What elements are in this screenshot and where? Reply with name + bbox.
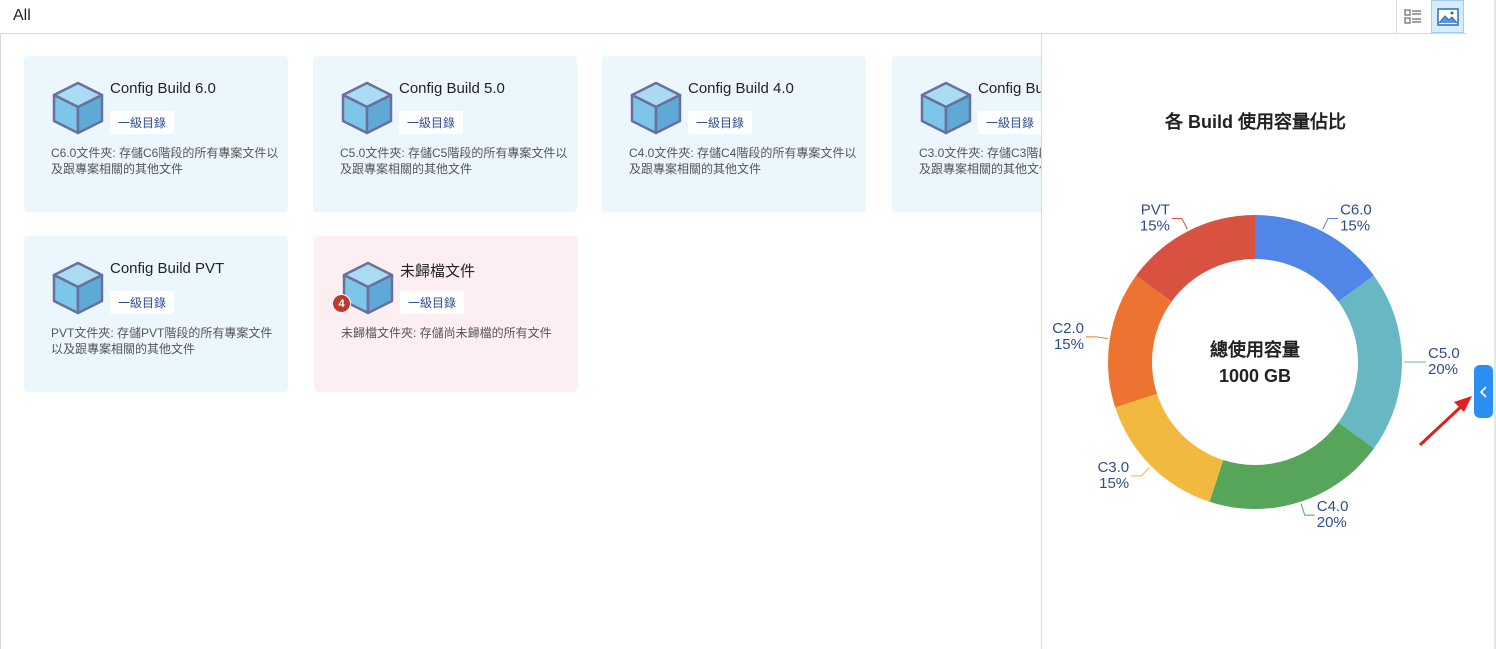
slice-name-label: C6.0 [1340, 202, 1372, 219]
folder-tag: 一級目錄 [399, 111, 464, 134]
donut-slice-c30[interactable] [1115, 393, 1224, 502]
chart-center-label: 總使用容量 [1210, 340, 1300, 360]
slice-name-label: PVT [1141, 202, 1170, 219]
label-leader-line [1300, 503, 1315, 516]
label-leader-line [1171, 218, 1188, 230]
image-view-icon [1436, 7, 1459, 26]
slice-percent-label: 20% [1317, 514, 1347, 531]
cube-folder-icon [339, 80, 395, 136]
slice-name-label: C4.0 [1317, 498, 1349, 515]
cube-folder-icon [50, 260, 106, 316]
folder-tag: 一級目錄 [110, 291, 175, 314]
folder-description: C3.0文件夾: 存儲C3階段的所有專案文件以及跟專案相關的其他文件 [919, 146, 1041, 176]
red-arrow-annotation [1418, 396, 1472, 447]
folder-card[interactable]: Config Build 3.0 一級目錄 C3.0文件夾: 存儲C3階段的所有… [892, 56, 1041, 212]
folder-description: C4.0文件夾: 存儲C4階段的所有專案文件以及跟專案相關的其他文件 [629, 146, 857, 176]
chevron-left-icon [1479, 385, 1487, 398]
cube-folder-icon [50, 80, 106, 136]
folder-name: 未歸檔文件 [400, 263, 476, 280]
folder-card[interactable]: Config Build 5.0 一級目錄 C5.0文件夾: 存儲C5階段的所有… [313, 56, 577, 212]
folder-card[interactable]: Config Build 4.0 一級目錄 C4.0文件夾: 存儲C4階段的所有… [602, 56, 866, 212]
slice-percent-label: 15% [1340, 218, 1370, 235]
card-grid: Config Build 6.0 一級目錄 C6.0文件夾: 存儲C6階段的所有… [1, 34, 1041, 649]
folder-card[interactable]: Config Build PVT 一級目錄 PVT文件夾: 存儲PVT階段的所有… [24, 236, 288, 392]
folder-card[interactable]: 未歸檔文件 一級目錄 未歸檔文件夾: 存儲尚未歸檔的所有文件 [314, 236, 578, 392]
slice-percent-label: 15% [1140, 218, 1170, 235]
unread-count-badge: 4 [332, 294, 351, 313]
list-view-button[interactable] [1396, 0, 1429, 33]
slice-name-label: C5.0 [1428, 345, 1460, 362]
image-view-button[interactable] [1431, 0, 1464, 33]
cube-folder-icon [628, 80, 684, 136]
folder-card[interactable]: Config Build 6.0 一級目錄 C6.0文件夾: 存儲C6階段的所有… [24, 56, 288, 212]
page-title: All [13, 7, 31, 24]
right-gutter [1467, 0, 1496, 649]
content-area: Config Build 6.0 一級目錄 C6.0文件夾: 存儲C6階段的所有… [0, 34, 1467, 649]
label-leader-line [1085, 336, 1108, 340]
folder-description: 未歸檔文件夾: 存儲尚未歸檔的所有文件 [341, 326, 552, 340]
folder-tag: 一級目錄 [400, 291, 465, 314]
chart-center-value: 1000 GB [1218, 366, 1292, 386]
folder-name: Config Build 4.0 [688, 80, 794, 97]
slice-name-label: C3.0 [1097, 459, 1129, 476]
list-view-icon [1404, 8, 1421, 24]
folder-tag: 一級目錄 [688, 111, 753, 134]
donut-slice-c50[interactable] [1338, 275, 1402, 449]
slice-percent-label: 20% [1428, 361, 1458, 378]
folder-name: Config Build PVT [110, 260, 225, 277]
donut-slice-c40[interactable] [1209, 422, 1374, 510]
label-leader-line [1322, 218, 1339, 230]
folder-description: C5.0文件夾: 存儲C5階段的所有專案文件以及跟專案相關的其他文件 [340, 146, 568, 176]
top-bar: All [0, 0, 1467, 34]
slice-percent-label: 15% [1054, 336, 1084, 353]
folder-name: Config Build 3.0 [978, 80, 1041, 97]
folder-description: C6.0文件夾: 存儲C6階段的所有專案文件以及跟專案相關的其他文件 [51, 146, 279, 176]
folder-name: Config Build 5.0 [399, 80, 505, 97]
folder-tag: 一級目錄 [110, 111, 175, 134]
cube-folder-icon [918, 80, 974, 136]
slice-percent-label: 15% [1099, 475, 1129, 492]
label-leader-line [1131, 467, 1150, 477]
folder-description: PVT文件夾: 存儲PVT階段的所有專案文件以及跟專案相關的其他文件 [51, 326, 273, 356]
chart-panel: 各 Build 使用容量佔比 C6.0 15% C5.0 20% C4.0 20% C3.0… [1041, 34, 1467, 649]
folder-name: Config Build 6.0 [110, 80, 216, 97]
slice-name-label: C2.0 [1052, 320, 1084, 337]
folder-tag: 一級目錄 [978, 111, 1041, 134]
